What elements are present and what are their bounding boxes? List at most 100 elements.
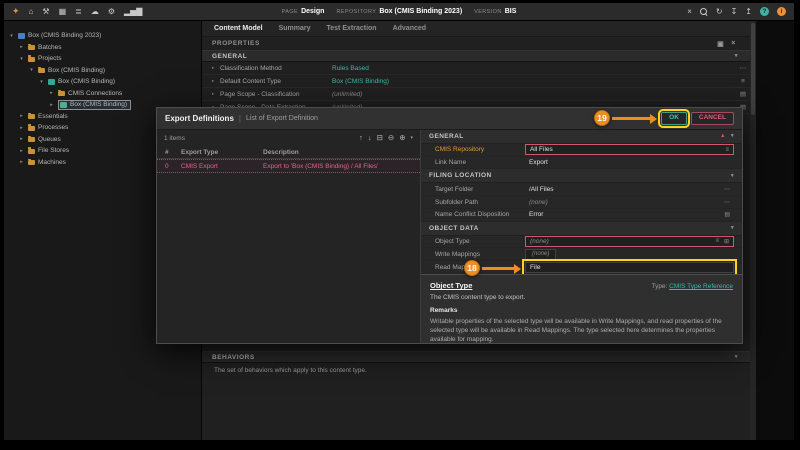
close-icon[interactable]: ×	[687, 7, 692, 16]
expander-icon[interactable]: ▾	[28, 67, 35, 73]
expander-icon[interactable]: ▸	[18, 125, 25, 131]
expander-icon[interactable]: ▸	[18, 136, 25, 142]
tree-item-root[interactable]: ▾ Box (CMIS Binding 2023)	[4, 30, 201, 42]
apps-icon[interactable]: ▦	[59, 7, 67, 16]
properties-title: PROPERTIES	[212, 40, 260, 47]
row-target-folder[interactable]: Target Folder /All Files ⋯	[421, 183, 742, 197]
ellipsis-icon[interactable]: ⋯	[724, 186, 730, 193]
tree-item-project[interactable]: ▾ Box (CMIS Binding)	[4, 76, 201, 88]
expander-icon[interactable]: ▸	[212, 65, 220, 71]
row-subfolder-path[interactable]: Subfolder Path (none) ⋯	[421, 196, 742, 209]
cmis-repository-label: CMIS Repository	[435, 146, 485, 154]
save-icon[interactable]: ▣	[717, 40, 724, 48]
expander-icon[interactable]: ▸	[48, 102, 55, 108]
general-group-header[interactable]: GENERAL ▲ ▾	[421, 130, 742, 144]
property-row-classification-method[interactable]: ▸ Classification Method Rules Based ⋯	[202, 62, 756, 75]
expander-icon[interactable]: ▸	[48, 90, 55, 96]
write-mappings-value[interactable]: (none)	[525, 248, 557, 260]
export-definition-row-selected[interactable]: 0 CMIS Export Export to 'Box (CMIS Bindi…	[157, 159, 420, 173]
property-value[interactable]: (unlimited)	[332, 91, 738, 98]
chevron-down-icon[interactable]: ▾	[731, 225, 734, 231]
row-cmis-repository[interactable]: CMIS Repository All Files ≡	[421, 144, 742, 157]
tab-test-extraction[interactable]: Test Extraction	[327, 25, 377, 32]
read-mappings-input[interactable]: File	[522, 258, 737, 276]
object-data-group-header[interactable]: OBJECT DATA ▾	[421, 221, 742, 236]
expander-icon[interactable]: ▾	[18, 56, 25, 62]
tab-content-model[interactable]: Content Model	[214, 25, 263, 32]
filing-location-group-label: FILING LOCATION	[429, 172, 492, 180]
expander-icon[interactable]: ▸	[212, 78, 220, 84]
property-row-default-content-type[interactable]: ▸ Default Content Type Box (CMIS Binding…	[202, 75, 756, 88]
property-value-link[interactable]: Box (CMIS Binding)	[332, 78, 738, 85]
expander-icon[interactable]: ▸	[18, 113, 25, 119]
object-type-input[interactable]: (none) ≡ ⊞	[525, 235, 734, 247]
tree-item-batches[interactable]: ▸ Batches	[4, 42, 201, 54]
chevron-down-icon[interactable]: ▾	[735, 354, 746, 360]
help-type-link[interactable]: CMIS Type Reference	[669, 283, 733, 290]
upload-icon[interactable]: ↥	[745, 7, 752, 16]
expander-icon[interactable]: ▸	[18, 159, 25, 165]
column-export-type[interactable]: Export Type	[181, 149, 263, 156]
row-object-type[interactable]: Object Type (none) ≡ ⊞	[421, 235, 742, 249]
move-down-button[interactable]: ↓	[368, 134, 372, 142]
menu-icon[interactable]: ≡	[715, 238, 719, 244]
list-icon[interactable]: ▤	[724, 211, 730, 218]
storage-icon[interactable]: ≣	[75, 7, 82, 16]
cmis-repository-input[interactable]: All Files ≡	[525, 144, 734, 156]
app-window: ✦ ⌂ ⚒ ▦ ≣ ☁ ⚙ ▂▅▇ PAGE Design REPOSITORY…	[4, 3, 794, 440]
expander-icon[interactable]: ▸	[18, 44, 25, 50]
general-section-header[interactable]: GENERAL ▾	[202, 50, 756, 62]
cancel-button[interactable]: CANCEL	[690, 112, 734, 125]
link-name-value[interactable]: Export	[525, 157, 734, 168]
tree-item-project-folder[interactable]: ▾ Box (CMIS Binding)	[4, 65, 201, 77]
close-panel-icon[interactable]: ×	[731, 40, 736, 48]
tree-item-label: Processes	[38, 124, 69, 132]
expander-icon[interactable]: ▾	[8, 33, 15, 39]
remove-item-button[interactable]: ⊖	[388, 134, 394, 142]
info-icon[interactable]: i	[777, 7, 786, 16]
tab-summary[interactable]: Summary	[279, 25, 311, 32]
chevron-down-icon[interactable]: ▾	[731, 133, 734, 139]
property-value-link[interactable]: Rules Based	[332, 65, 738, 72]
tree-item-projects[interactable]: ▾ Projects	[4, 53, 201, 65]
target-folder-value[interactable]: /All Files ⋯	[525, 184, 734, 195]
annotation-arrow-18	[482, 263, 521, 274]
column-description[interactable]: Description	[263, 149, 420, 156]
menu-icon[interactable]: ≡	[725, 147, 729, 153]
tab-advanced[interactable]: Advanced	[393, 25, 426, 32]
property-row-page-scope-classification[interactable]: ▸ Page Scope - Classification (unlimited…	[202, 88, 756, 101]
download-icon[interactable]: ↧	[731, 7, 738, 16]
ellipsis-icon[interactable]: ⋯	[724, 199, 730, 206]
expander-icon[interactable]: ▸	[18, 148, 25, 154]
settings-gear-icon[interactable]: ⚙	[108, 7, 115, 16]
move-up-button[interactable]: ↑	[359, 134, 363, 142]
chevron-down-icon[interactable]: ▾	[731, 173, 734, 179]
export-definitions-dialog: Export Definitions | List of Export Defi…	[156, 107, 743, 344]
subfolder-path-value[interactable]: (none) ⋯	[525, 197, 734, 208]
delete-button[interactable]: ⊟	[377, 134, 383, 142]
tree-item-cmis-connections[interactable]: ▸ CMIS Connections	[4, 88, 201, 100]
page-label: PAGE	[281, 9, 299, 15]
add-dropdown-caret-icon[interactable]: ▾	[410, 135, 413, 141]
behaviors-section-header[interactable]: BEHAVIORS ▾	[202, 351, 756, 363]
grid-plus-icon[interactable]: ⊞	[724, 238, 729, 245]
filing-location-group-header[interactable]: FILING LOCATION ▾	[421, 169, 742, 184]
scrollbar-thumb[interactable]	[751, 23, 755, 115]
expander-icon[interactable]: ▾	[38, 79, 45, 85]
tools-icon[interactable]: ⚒	[42, 7, 49, 16]
row-name-conflict-disposition[interactable]: Name Conflict Disposition Error ▤	[421, 209, 742, 222]
name-conflict-value[interactable]: Error ▤	[525, 209, 734, 220]
ok-button[interactable]: OK	[658, 109, 690, 128]
chevron-down-icon[interactable]: ▾	[735, 53, 746, 59]
row-link-name[interactable]: Link Name Export	[421, 157, 742, 170]
refresh-icon[interactable]: ↻	[716, 7, 723, 16]
stats-chart-icon[interactable]: ▂▅▇	[124, 7, 142, 16]
column-index[interactable]: #	[157, 149, 181, 156]
link-name-label: Link Name	[435, 159, 467, 167]
home-icon[interactable]: ⌂	[29, 7, 34, 16]
cloud-icon[interactable]: ☁	[91, 7, 99, 16]
search-icon[interactable]	[699, 7, 708, 16]
help-icon[interactable]: ?	[760, 7, 769, 16]
add-item-button[interactable]: ⊕	[399, 134, 405, 142]
expander-icon[interactable]: ▸	[212, 91, 220, 97]
